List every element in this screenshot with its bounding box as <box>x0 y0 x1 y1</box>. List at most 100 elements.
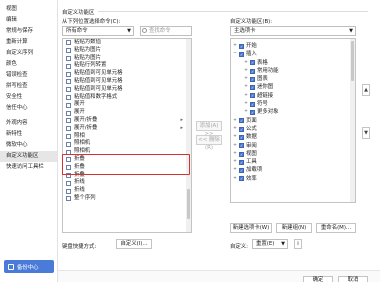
expand-toggle-icon[interactable]: + <box>233 125 237 133</box>
ribbon-tree-item[interactable]: − ✓ 插入 <box>231 50 355 58</box>
nav-item[interactable]: 重新计算 <box>0 37 57 48</box>
checkbox[interactable]: ✓ <box>239 151 244 157</box>
ribbon-tree-item[interactable]: + ✓ 视图 <box>231 150 355 158</box>
nav-item[interactable]: 常规与保存 <box>0 26 57 37</box>
ribbon-tree-item[interactable]: + ✓ 常用功能 <box>231 67 355 75</box>
nav-item[interactable]: 自定义功能区 <box>0 151 57 162</box>
commands-scroll-thumb[interactable] <box>187 189 190 219</box>
new-group-button[interactable]: 新建组(N) <box>276 223 312 233</box>
command-search-input[interactable]: 查找命令 <box>140 26 192 36</box>
ok-button[interactable]: 确定 <box>303 276 333 282</box>
expand-toggle-icon[interactable]: + <box>244 59 248 67</box>
command-item[interactable]: 整个序列 <box>63 195 191 203</box>
checkbox[interactable]: ✓ <box>250 60 255 66</box>
ribbon-tree-item[interactable]: + ✓ 效率 <box>231 175 355 183</box>
expand-toggle-icon[interactable]: + <box>244 75 248 83</box>
checkbox[interactable]: ✓ <box>239 159 244 165</box>
info-button[interactable]: i <box>294 239 302 249</box>
command-item[interactable]: 展开/折叠 ▸ <box>63 117 191 125</box>
ribbon-tree-item[interactable]: + ✓ 工具 <box>231 158 355 166</box>
ribbon-tabs-select[interactable]: 主选项卡 ▼ <box>230 26 356 36</box>
checkbox[interactable]: ✓ <box>239 168 244 174</box>
expand-toggle-icon[interactable]: + <box>233 142 237 150</box>
ribbon-tree-item[interactable]: + ✓ 审阅 <box>231 142 355 150</box>
checkbox[interactable]: ✓ <box>250 101 255 107</box>
nav-item[interactable]: 错误检查 <box>0 70 57 81</box>
command-item[interactable]: 展开 <box>63 109 191 117</box>
ribbon-tree-item[interactable]: + ✓ 页面 <box>231 117 355 125</box>
command-item[interactable]: 粘贴为图片 <box>63 47 191 55</box>
commands-scrollbar[interactable] <box>186 39 191 232</box>
checkbox[interactable]: ✓ <box>239 51 244 57</box>
checkbox[interactable]: ✓ <box>239 126 244 132</box>
nav-item[interactable]: 快速访问工具栏 <box>0 162 57 173</box>
checkbox[interactable]: ✓ <box>250 68 255 74</box>
expand-toggle-icon[interactable]: + <box>233 42 237 50</box>
expand-toggle-icon[interactable]: + <box>233 158 237 166</box>
command-item[interactable]: 折线 <box>63 179 191 187</box>
nav-item[interactable]: 编辑 <box>0 15 57 26</box>
checkbox[interactable]: ✓ <box>239 143 244 149</box>
cancel-button[interactable]: 取消 <box>338 276 368 282</box>
new-tab-button[interactable]: 新建选项卡(W) <box>230 223 272 233</box>
expand-toggle-icon[interactable]: + <box>233 166 237 174</box>
command-source-select[interactable]: 所有命令 ▼ <box>62 26 134 36</box>
ribbon-tree-item[interactable]: + ✓ 表格 <box>231 59 355 67</box>
backup-center-button[interactable]: 备份中心 <box>4 260 54 273</box>
checkbox[interactable]: ✓ <box>239 43 244 49</box>
nav-item[interactable]: 外观内容 <box>0 118 57 129</box>
tree-scrollbar[interactable] <box>350 39 355 202</box>
command-item[interactable]: 照相机 <box>63 140 191 148</box>
nav-item[interactable]: 自定义序列 <box>0 48 57 59</box>
expand-toggle-icon[interactable]: + <box>233 133 237 141</box>
ribbon-tree-item[interactable]: + ✓ 图表 <box>231 75 355 83</box>
ribbon-tree-item[interactable]: + ✓ 公式 <box>231 125 355 133</box>
ribbon-tree-item[interactable]: + ✓ 符号 <box>231 100 355 108</box>
reset-dropdown[interactable]: 重置(E) ▼ <box>252 239 288 249</box>
checkbox[interactable]: ✓ <box>239 118 244 124</box>
ribbon-tree-item[interactable]: + ✓ 数据 <box>231 133 355 141</box>
expand-toggle-icon[interactable]: + <box>244 92 248 100</box>
ribbon-tree-item[interactable]: + ✓ 更多对象 <box>231 108 355 116</box>
commands-list[interactable]: 粘贴为数值 粘贴为图片 粘贴为图片 粘贴行列转置 粘贴值到可见单元格 粘贴值到可见单元格粘… <box>62 38 192 233</box>
remove-button[interactable]: << 删除(R) <box>196 135 222 151</box>
command-item[interactable]: 粘贴值到可见单元格 <box>63 78 191 86</box>
ribbon-tree[interactable]: + ✓ 开始 − ✓ 插入 + ✓ 表格 + ✓ 常用功能 + ✓ 图表 + ✓ 迷你图 + ✓ 超链接 + ✓ 符号 + ✓ 更多… <box>230 38 356 203</box>
expand-toggle-icon[interactable]: + <box>244 67 248 75</box>
ribbon-tree-item[interactable]: + ✓ 迷你图 <box>231 83 355 91</box>
customize-shortcut-button[interactable]: 自定义(I)... <box>116 239 152 249</box>
ribbon-tree-item[interactable]: + ✓ 开始 <box>231 42 355 50</box>
move-down-button[interactable]: ▼ <box>362 127 370 139</box>
tree-scroll-thumb[interactable] <box>351 41 354 81</box>
command-item[interactable]: 粘贴为数值 <box>63 39 191 47</box>
expand-toggle-icon[interactable]: + <box>244 108 248 116</box>
expand-toggle-icon[interactable]: + <box>233 175 237 183</box>
expand-toggle-icon[interactable]: + <box>233 150 237 158</box>
add-button[interactable]: 添加(A) >> <box>196 121 222 137</box>
checkbox[interactable]: ✓ <box>250 76 255 82</box>
command-item[interactable]: 粘贴值到可见单元格 <box>63 70 191 78</box>
nav-item[interactable]: 微软中心 <box>0 140 57 151</box>
nav-item[interactable]: 信任中心 <box>0 103 57 114</box>
nav-item[interactable]: 视图 <box>0 4 57 15</box>
rename-button[interactable]: 重命名(M)... <box>316 223 356 233</box>
ribbon-tree-item[interactable]: + ✓ 加载项 <box>231 166 355 174</box>
checkbox[interactable]: ✓ <box>239 134 244 140</box>
expand-toggle-icon[interactable]: − <box>233 50 237 58</box>
command-item[interactable]: 展开/折叠 ▸ <box>63 125 191 133</box>
nav-item[interactable]: 颜色 <box>0 59 57 70</box>
checkbox[interactable]: ✓ <box>250 93 255 99</box>
nav-item[interactable]: 安全性 <box>0 92 57 103</box>
expand-toggle-icon[interactable]: + <box>233 117 237 125</box>
ribbon-tree-item[interactable]: + ✓ 超链接 <box>231 92 355 100</box>
expand-toggle-icon[interactable]: + <box>244 83 248 91</box>
nav-item[interactable]: 新特性 <box>0 129 57 140</box>
checkbox[interactable]: ✓ <box>239 176 244 182</box>
command-item[interactable]: 展开 <box>63 101 191 109</box>
checkbox[interactable]: ✓ <box>250 110 255 116</box>
expand-toggle-icon[interactable]: + <box>244 100 248 108</box>
move-up-button[interactable]: ▲ <box>362 84 370 96</box>
checkbox[interactable]: ✓ <box>250 85 255 91</box>
command-item[interactable]: 粘贴值到可见单元格 <box>63 86 191 94</box>
command-item[interactable]: 折线 <box>63 187 191 195</box>
